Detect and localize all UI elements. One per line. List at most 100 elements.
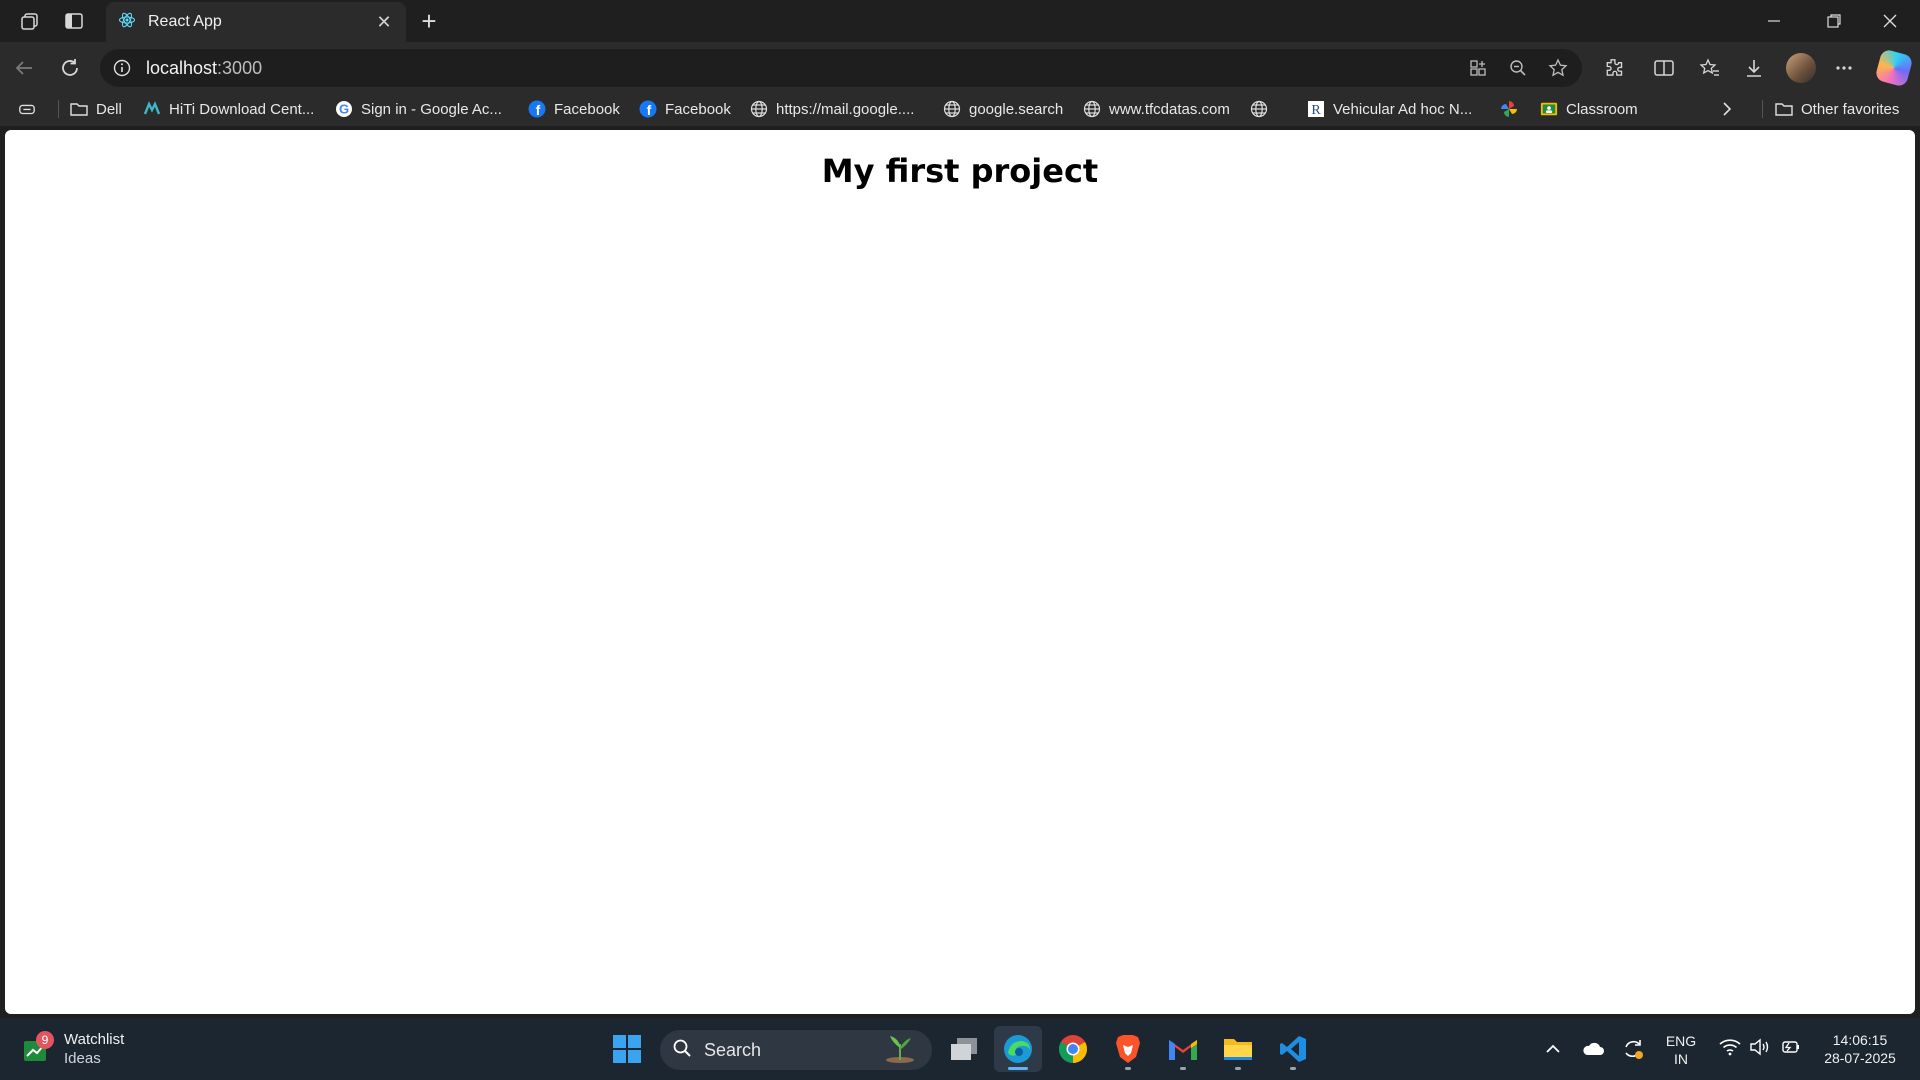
downloads-icon[interactable]: [1736, 50, 1772, 86]
classroom-icon: [1540, 100, 1558, 118]
bookmark-label: Facebook: [665, 100, 731, 118]
vertical-tabs-icon[interactable]: [54, 1, 94, 41]
chrome-taskbar-icon[interactable]: [1049, 1026, 1097, 1072]
volume-icon: [1749, 1038, 1771, 1061]
bookmark-item[interactable]: [1500, 97, 1518, 121]
split-screen-icon[interactable]: [1646, 50, 1682, 86]
bookmark-label: google.search: [969, 100, 1064, 118]
minimize-button[interactable]: [1746, 0, 1802, 42]
file-explorer-icon[interactable]: [1214, 1026, 1262, 1072]
bookmark-label: https://mail.google....: [776, 100, 915, 118]
bookmark-label: Sign in - Google Ac...: [361, 100, 502, 118]
task-view-icon[interactable]: [940, 1026, 988, 1072]
back-button[interactable]: [6, 50, 42, 86]
svg-text:R: R: [1311, 103, 1321, 118]
bookmark-label: www.tfcdatas.com: [1109, 100, 1230, 118]
svg-text:f: f: [536, 102, 541, 118]
folder-icon: [1775, 100, 1793, 118]
chevron-right-icon[interactable]: [1720, 97, 1734, 121]
browser-titlebar: React App ✕ +: [0, 0, 1920, 42]
hiti-icon: [143, 100, 161, 118]
bar-divider: [58, 100, 59, 118]
vscode-taskbar-icon[interactable]: [1269, 1026, 1317, 1072]
favorites-bar: Dell HiTi Download Cent... G Sign in - G…: [0, 92, 1920, 126]
bookmark-item[interactable]: R Vehicular Ad hoc N...: [1307, 97, 1472, 121]
tab-react-app[interactable]: React App ✕: [106, 2, 406, 42]
zoom-out-icon[interactable]: [1502, 49, 1534, 87]
bookmark-item[interactable]: www.tfcdatas.com: [1083, 97, 1230, 121]
bookmark-item[interactable]: HiTi Download Cent...: [143, 97, 314, 121]
google-icon: G: [335, 100, 353, 118]
lang-bottom: IN: [1674, 1051, 1688, 1067]
gmail-taskbar-icon[interactable]: [1159, 1026, 1207, 1072]
refresh-button[interactable]: [52, 50, 88, 86]
close-window-button[interactable]: [1862, 0, 1918, 42]
bar-divider: [1762, 100, 1763, 118]
edge-taskbar-icon[interactable]: [994, 1026, 1042, 1072]
windows-taskbar: 9 Watchlist Ideas Search ENG IN 14:06:15…: [0, 1018, 1920, 1080]
brave-taskbar-icon[interactable]: [1104, 1026, 1152, 1072]
favorite-star-icon[interactable]: [1542, 49, 1574, 87]
extensions-icon[interactable]: [1596, 50, 1632, 86]
globe-icon: [1083, 100, 1101, 118]
taskbar-search[interactable]: Search: [660, 1030, 932, 1070]
start-button[interactable]: [603, 1026, 651, 1072]
other-favorites-label: Other favorites: [1801, 100, 1900, 118]
bookmark-label: Classroom: [1566, 100, 1638, 118]
widget-title: Watchlist: [64, 1031, 125, 1048]
globe-icon: [750, 100, 768, 118]
stock-widget-icon: 9: [22, 1031, 54, 1063]
restore-button[interactable]: [1806, 0, 1862, 42]
page-heading: My first project: [821, 152, 1099, 190]
bookmark-item[interactable]: f Facebook: [639, 97, 731, 121]
bookmark-item[interactable]: G Sign in - Google Ac...: [335, 97, 502, 121]
search-icon: [672, 1038, 692, 1063]
new-tab-button[interactable]: +: [414, 6, 444, 36]
bookmark-label: Facebook: [554, 100, 620, 118]
search-label: Search: [704, 1039, 762, 1060]
url-host: localhost: [146, 57, 218, 78]
tab-title: React App: [148, 13, 222, 30]
workspaces-icon[interactable]: [10, 1, 50, 41]
bookmark-item[interactable]: Classroom: [1540, 97, 1638, 121]
quick-settings[interactable]: [1710, 1026, 1810, 1072]
r-site-icon: R: [1307, 100, 1325, 118]
folder-icon: [70, 100, 88, 118]
plant-highlight-icon: [880, 1032, 920, 1069]
profile-avatar[interactable]: [1786, 53, 1816, 83]
bookmark-label: Dell: [96, 100, 122, 118]
sync-icon[interactable]: [1609, 1026, 1657, 1072]
bookmark-label: HiTi Download Cent...: [169, 100, 315, 118]
svg-text:G: G: [339, 102, 349, 117]
facebook-icon: f: [639, 100, 657, 118]
globe-icon: [1250, 100, 1268, 118]
bookmark-item[interactable]: google.search: [943, 97, 1063, 121]
more-options-icon[interactable]: [1826, 50, 1862, 86]
site-info-icon[interactable]: [112, 58, 132, 78]
clock[interactable]: 14:06:15 28-07-2025: [1812, 1031, 1908, 1067]
bookmark-item[interactable]: [1250, 97, 1268, 121]
widgets-button[interactable]: 9 Watchlist Ideas: [22, 1030, 124, 1068]
collections-icon[interactable]: [18, 97, 36, 121]
browser-toolbar: localhost:3000: [0, 42, 1920, 92]
globe-icon: [943, 100, 961, 118]
wifi-icon: [1719, 1038, 1741, 1061]
web-content: My first project: [5, 130, 1915, 1014]
url-port: :3000: [217, 57, 263, 78]
other-favorites-folder[interactable]: Other favorites: [1775, 97, 1899, 121]
address-bar[interactable]: localhost:3000: [100, 49, 1582, 87]
clock-time: 14:06:15: [1832, 1032, 1888, 1048]
widget-subtitle: Ideas: [64, 1050, 101, 1067]
app-available-icon[interactable]: [1462, 49, 1494, 87]
lang-top: ENG: [1665, 1033, 1697, 1049]
favorites-icon[interactable]: [1692, 50, 1728, 86]
notification-badge: 9: [36, 1031, 54, 1049]
bookmark-item[interactable]: https://mail.google....: [750, 97, 914, 121]
bookmark-item[interactable]: Dell: [70, 97, 122, 121]
facebook-icon: f: [528, 100, 546, 118]
battery-icon: [1779, 1038, 1801, 1061]
close-tab-icon[interactable]: ✕: [374, 12, 394, 33]
language-indicator[interactable]: ENG IN: [1656, 1032, 1706, 1068]
copilot-icon[interactable]: [1874, 48, 1914, 88]
bookmark-item[interactable]: f Facebook: [528, 97, 620, 121]
